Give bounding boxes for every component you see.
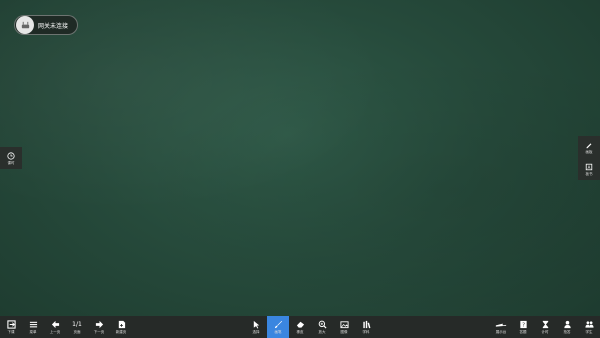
display-stand-button[interactable]: 展示台: [490, 316, 512, 338]
eraser-tool-button[interactable]: 橡皮: [289, 316, 311, 338]
menu-label: 菜单: [29, 330, 37, 334]
right-side-panel: 画板 A 板书: [578, 136, 600, 180]
cursor-icon: [253, 320, 259, 329]
answer-button[interactable]: ? 答题: [512, 316, 534, 338]
end-class-button[interactable]: 下课: [0, 316, 22, 338]
timer-button[interactable]: 计时: [534, 316, 556, 338]
select-tool-button[interactable]: 选择: [245, 316, 267, 338]
person-icon: [563, 320, 571, 329]
page-number: 1/1: [72, 320, 82, 328]
timer-label: 计时: [541, 330, 549, 334]
students-label: 学生: [585, 330, 593, 334]
quick-answer-label: 抢答: [563, 330, 571, 334]
prev-page-label: 上一页: [49, 330, 61, 334]
prev-page-button[interactable]: 上一页: [44, 316, 66, 338]
students-button[interactable]: 学生: [578, 316, 600, 338]
new-page-label: 新建页: [115, 330, 127, 334]
clock-icon: [7, 151, 15, 160]
drawing-board-label: 画板: [585, 149, 593, 154]
next-arrow-icon: [95, 320, 103, 329]
prev-arrow-icon: [51, 320, 59, 329]
bottom-toolbar: 下课 菜单 上一页 1/1 页面 下一页 新建页 选择 画笔 橡皮 放大 图像: [0, 316, 600, 338]
subject-tool-label: 学科: [362, 330, 370, 334]
camera-icon: [495, 323, 507, 327]
zoom-tool-button[interactable]: 放大: [311, 316, 333, 338]
drawing-board-button[interactable]: 画板: [578, 136, 600, 158]
lesson-label: 课时: [7, 160, 15, 165]
svg-text:?: ?: [522, 323, 525, 329]
lesson-button[interactable]: 课时: [0, 147, 22, 169]
pen-icon: [586, 142, 592, 148]
select-tool-label: 选择: [252, 330, 260, 334]
page-indicator[interactable]: 1/1 页面: [66, 316, 88, 338]
end-class-label: 下课: [7, 330, 15, 334]
new-page-button[interactable]: 新建页: [110, 316, 132, 338]
timer-icon: [542, 320, 548, 329]
subject-icon: [362, 320, 370, 329]
chalkboard-canvas[interactable]: [0, 0, 600, 316]
eraser-tool-label: 橡皮: [296, 330, 304, 334]
brush-icon: [274, 320, 282, 329]
quick-answer-button[interactable]: 抢答: [556, 316, 578, 338]
gateway-status-text: 网关未连接: [38, 22, 69, 30]
image-tool-button[interactable]: 图像: [333, 316, 355, 338]
svg-text:A: A: [588, 164, 591, 169]
display-stand-label: 展示台: [495, 330, 507, 334]
blackboard-button[interactable]: A 板书: [578, 158, 600, 180]
zoom-icon: [318, 320, 327, 329]
brush-tool-label: 画笔: [274, 330, 282, 334]
zoom-tool-label: 放大: [318, 330, 326, 334]
brush-tool-button[interactable]: 画笔: [267, 316, 289, 338]
menu-icon: [29, 321, 37, 328]
image-tool-label: 图像: [340, 330, 348, 334]
page-label: 页面: [73, 329, 81, 334]
students-icon: [584, 321, 594, 328]
eraser-icon: [296, 321, 304, 328]
image-icon: [339, 321, 349, 329]
gateway-status-pill[interactable]: 网关未连接: [14, 15, 78, 35]
next-page-button[interactable]: 下一页: [88, 316, 110, 338]
gateway-icon: [16, 16, 34, 34]
subject-tool-button[interactable]: 学科: [355, 316, 377, 338]
answer-label: 答题: [519, 330, 527, 334]
question-icon: ?: [519, 320, 527, 329]
new-page-icon: [118, 320, 125, 329]
menu-button[interactable]: 菜单: [22, 316, 44, 338]
blackboard-label: 板书: [585, 171, 593, 176]
next-page-label: 下一页: [93, 330, 105, 334]
exit-icon: [6, 320, 16, 329]
board-icon: A: [585, 163, 593, 170]
